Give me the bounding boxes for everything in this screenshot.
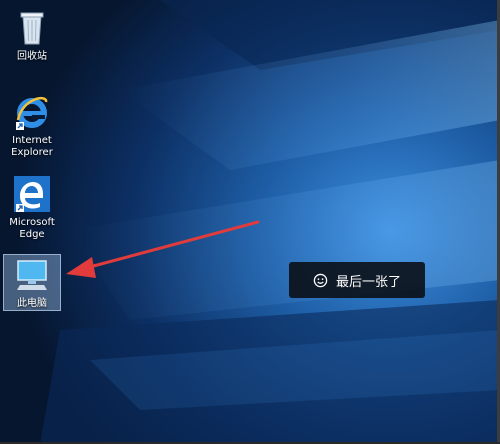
toast-text: 最后一张了 — [335, 274, 401, 290]
microsoft-edge-icon — [14, 176, 50, 212]
internet-explorer-icon — [16, 97, 48, 130]
desktop-icon-label: 此电脑 — [17, 298, 47, 309]
desktop-icon-this-pc[interactable]: 此电脑 — [3, 254, 61, 311]
recycle-bin-icon — [20, 12, 44, 45]
desktop: 回收站 Internet Explorer Microsoft Edge 此电脑 — [0, 0, 500, 444]
desktop-icon-label: Microsoft Edge — [9, 217, 55, 240]
desktop-icon-internet-explorer[interactable]: Internet Explorer — [4, 92, 60, 158]
toast-notification: 最后一张了 — [289, 262, 425, 298]
desktop-wallpaper — [0, 0, 500, 444]
smile-icon — [313, 273, 328, 287]
desktop-icon-label: 回收站 — [17, 51, 47, 62]
this-pc-icon — [17, 260, 47, 290]
desktop-icon-recycle-bin[interactable]: 回收站 — [4, 8, 60, 66]
desktop-icon-microsoft-edge[interactable]: Microsoft Edge — [4, 174, 60, 240]
desktop-icon-label: Internet Explorer — [11, 135, 53, 158]
